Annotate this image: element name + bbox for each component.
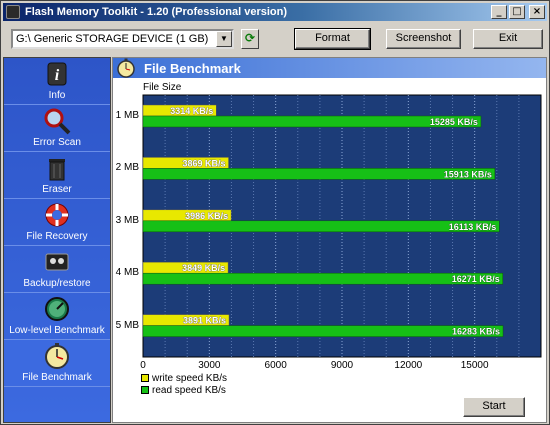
bar-label-write: 3986 KB/s [185, 211, 228, 221]
x-tick-label: 6000 [264, 360, 287, 371]
x-tick-label: 9000 [330, 360, 354, 371]
y-tick-label: 3 MB [115, 214, 139, 226]
sidebar-item-low-level-benchmark[interactable]: Low-level Benchmark [4, 293, 110, 340]
bar-read [142, 325, 504, 337]
lifebuoy-icon [45, 203, 69, 227]
info-icon: i [47, 62, 67, 86]
legend-item-read: read speed KB/s [141, 384, 227, 396]
sidebar-item-label: Error Scan [33, 137, 81, 148]
y-tick-label: 4 MB [115, 267, 139, 279]
format-button[interactable]: Format [294, 28, 371, 50]
sidebar-item-label: Info [48, 90, 66, 101]
screenshot-button[interactable]: Screenshot [386, 29, 461, 49]
bar-read [142, 168, 496, 180]
sidebar-item-file-recovery[interactable]: File Recovery [4, 199, 110, 246]
chart-plot: 3314 KB/s 15285 KB/s 3869 KB/s 15913 KB/s 39… [142, 94, 542, 358]
close-button[interactable]: × [529, 5, 545, 19]
panel-title: File Benchmark [144, 60, 241, 76]
benchmark-chart: File Size 3314 KB/s 15285 KB/s 3869 KB/s 15… [113, 79, 546, 422]
sidebar-item-label: Low-level Benchmark [9, 325, 105, 336]
chevron-down-icon[interactable]: ▼ [216, 31, 232, 47]
sidebar: i Info Error Scan Eraser File Recovery B… [3, 57, 111, 423]
app-icon [6, 5, 20, 19]
maximize-button[interactable]: □ [509, 5, 525, 19]
trash-icon [49, 159, 65, 181]
refresh-button[interactable]: ⟳ [241, 29, 259, 49]
sidebar-item-label: File Recovery [26, 231, 88, 242]
device-dropdown[interactable]: G:\ Generic STORAGE DEVICE (1 GB) ▼ [11, 29, 234, 49]
start-button[interactable]: Start [463, 397, 525, 417]
sidebar-item-eraser[interactable]: Eraser [4, 152, 110, 199]
bar-label-read: 16283 KB/s [452, 327, 500, 337]
bar-label-write: 3314 KB/s [170, 106, 213, 116]
sidebar-item-backup-restore[interactable]: Backup/restore [4, 246, 110, 293]
stopwatch-icon [45, 343, 69, 369]
bar-label-read: 16271 KB/s [452, 274, 500, 284]
legend-label-read: read speed KB/s [152, 384, 226, 396]
legend-label-write: write speed KB/s [152, 372, 228, 384]
legend-swatch-write [141, 374, 149, 382]
bar-read [142, 272, 504, 285]
device-dropdown-value: G:\ Generic STORAGE DEVICE (1 GB) [16, 33, 209, 45]
bar-label-read: 16113 KB/s [449, 222, 497, 232]
bar-label-write: 3849 KB/s [182, 263, 225, 273]
svg-text:i: i [55, 67, 60, 84]
bar-label-read: 15913 KB/s [444, 169, 492, 179]
x-tick-label: 12000 [394, 360, 423, 371]
x-tick-label: 3000 [198, 360, 221, 371]
y-tick-label: 1 MB [115, 110, 139, 121]
sidebar-item-label: Backup/restore [23, 278, 91, 289]
stopwatch-icon [117, 58, 135, 78]
chart-legend: write speed KB/s read speed KB/s [141, 372, 227, 396]
sidebar-item-info[interactable]: i Info [4, 58, 110, 105]
window-title: Flash Memory Toolkit - 1.20 (Professiona… [25, 6, 288, 18]
tape-icon [45, 253, 69, 271]
legend-item-write: write speed KB/s [141, 372, 227, 384]
bar-label-read: 15285 KB/s [430, 117, 478, 127]
y-tick-label: 2 MB [115, 162, 139, 174]
sidebar-item-label: Eraser [42, 184, 72, 195]
bar-label-write: 3869 KB/s [183, 158, 226, 168]
sidebar-item-label: File Benchmark [22, 372, 92, 383]
benchmark-panel: File Benchmark File Size 3314 KB/s 15285 … [112, 57, 547, 423]
minimize-button[interactable]: _ [491, 5, 507, 19]
legend-swatch-read [141, 386, 149, 394]
bar-read [142, 220, 500, 233]
bar-label-write: 3891 KB/s [183, 316, 226, 326]
panel-header: File Benchmark [113, 58, 546, 78]
magnifier-icon [44, 108, 71, 135]
app-window: Flash Memory Toolkit - 1.20 (Professiona… [0, 0, 550, 425]
y-tick-label: 5 MB [115, 319, 139, 331]
sidebar-item-file-benchmark[interactable]: File Benchmark [4, 340, 110, 387]
gauge-icon [45, 297, 69, 321]
x-tick-label: 0 [140, 360, 146, 371]
refresh-icon: ⟳ [244, 31, 256, 45]
sidebar-item-error-scan[interactable]: Error Scan [4, 105, 110, 152]
x-tick-label: 15000 [460, 360, 489, 371]
exit-button[interactable]: Exit [473, 29, 543, 49]
title-bar[interactable]: Flash Memory Toolkit - 1.20 (Professiona… [3, 3, 547, 21]
